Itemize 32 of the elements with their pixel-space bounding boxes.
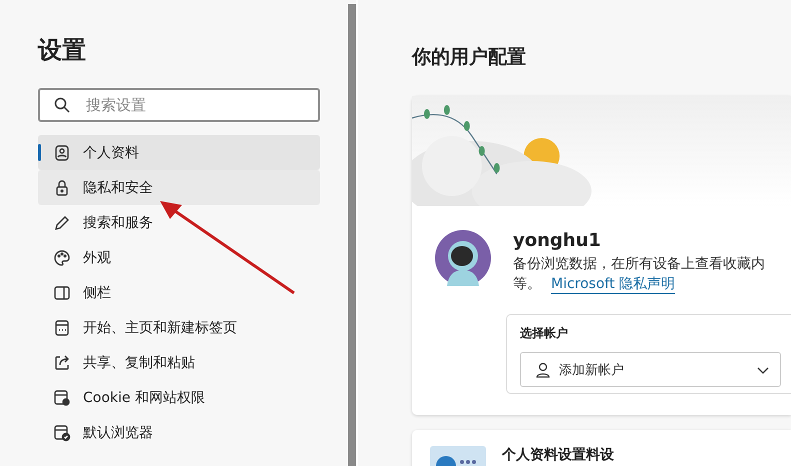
nav-item[interactable]: 侧栏 xyxy=(38,275,320,310)
nav-item[interactable]: 搜索和服务 xyxy=(38,205,320,240)
browser-icon xyxy=(53,424,71,442)
palette-icon xyxy=(53,248,71,266)
person-icon xyxy=(535,362,551,378)
site-settings-icon xyxy=(53,388,71,406)
profile-name: yonghu1 xyxy=(513,230,602,251)
account-dropdown[interactable]: 添加新帐户 xyxy=(520,352,781,387)
profile-icon xyxy=(53,144,71,162)
card-title: 个人资料设置料设 xyxy=(502,446,614,464)
nav-item[interactable]: 默认浏览器 xyxy=(38,415,320,450)
scrollbar[interactable] xyxy=(348,4,356,466)
settings-title: 设置 xyxy=(38,35,87,66)
search-box[interactable]: 搜索设置 xyxy=(38,88,320,122)
search-icon xyxy=(54,97,70,113)
nav-item[interactable]: 隐私和安全 xyxy=(38,170,320,205)
nav-item[interactable]: 外观 xyxy=(38,240,320,275)
nav-item[interactable]: 共享、复制和粘贴 xyxy=(38,345,320,380)
profile-description: 备份浏览数据，在所有设备上查看收藏内 xyxy=(513,255,765,273)
profile-description: 等。 xyxy=(513,275,541,294)
nav-item[interactable]: Cookie 和网站权限 xyxy=(38,380,320,415)
avatar xyxy=(435,230,491,286)
sidebar-icon xyxy=(53,284,71,302)
pencil-icon xyxy=(53,214,71,232)
privacy-link[interactable]: Microsoft 隐私声明 xyxy=(551,275,676,294)
nav-item[interactable]: 个人资料 xyxy=(38,135,320,170)
nav-item[interactable]: 开始、主页和新建标签页 xyxy=(38,310,320,345)
share-icon xyxy=(53,354,71,372)
search-field[interactable]: 搜索设置 xyxy=(84,95,318,115)
page-title: 你的用户配置 xyxy=(412,45,527,70)
tab-page-icon xyxy=(53,318,71,336)
account-label: 选择帐户 xyxy=(520,325,569,342)
